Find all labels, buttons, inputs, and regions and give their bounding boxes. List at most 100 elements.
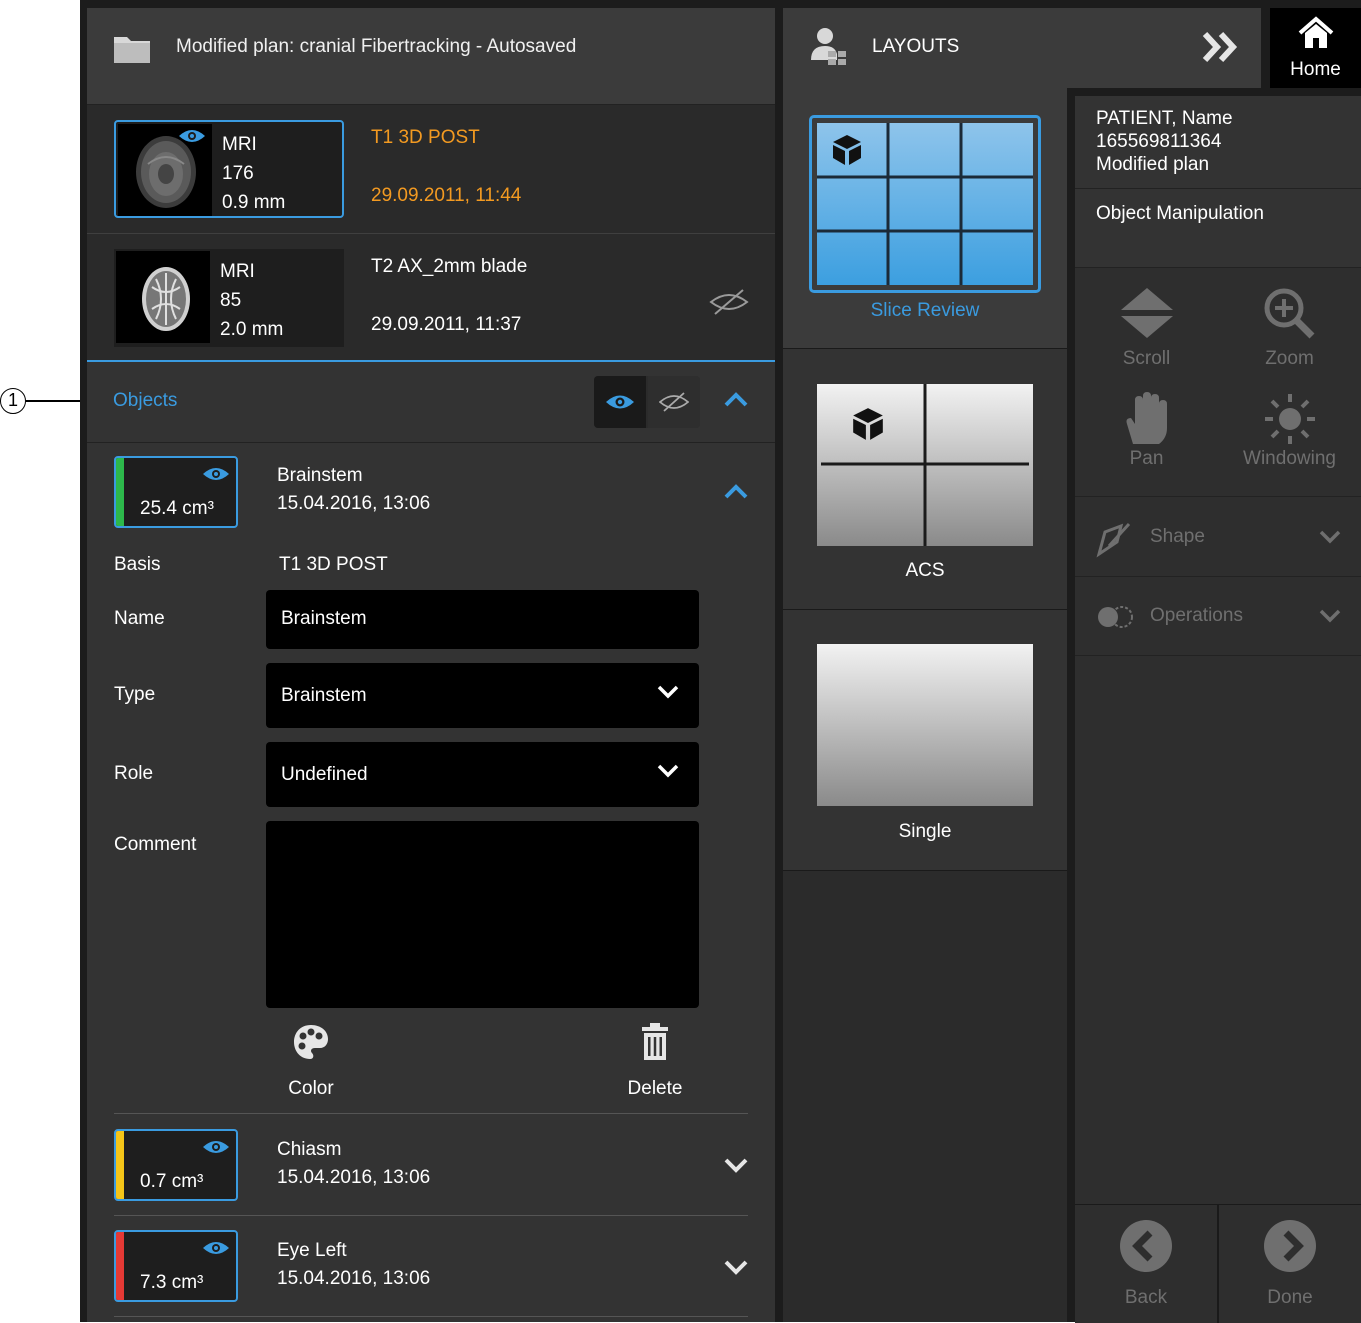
chevron-down-icon (657, 764, 679, 783)
callout-number: 1 (0, 388, 26, 414)
scroll-label: Scroll (1122, 348, 1171, 369)
series-slice-thickness: 2.0 mm (220, 319, 284, 340)
layouts-title: LAYOUTS (872, 36, 960, 57)
eye-icon[interactable] (178, 128, 206, 149)
layouts-icon (808, 26, 848, 71)
chevron-down-icon[interactable] (723, 1258, 749, 1281)
back-label: Back (1124, 1287, 1168, 1308)
objects-label[interactable]: Objects (113, 390, 177, 412)
objects-section-header[interactable]: Objects (87, 360, 775, 443)
role-select[interactable]: Undefined (266, 742, 699, 807)
basis-label: Basis (114, 554, 161, 575)
cube-icon (853, 408, 883, 440)
delete-button[interactable]: Delete (609, 1022, 701, 1100)
name-field-value: Brainstem (281, 608, 367, 629)
series-date: 29.09.2011, 11:37 (371, 314, 522, 335)
object-date: 15.04.2016, 13:06 (277, 493, 431, 514)
back-icon (1119, 1219, 1173, 1279)
hidden-eye-icon (659, 392, 689, 412)
layout-single[interactable]: Single (783, 610, 1067, 871)
home-button[interactable]: Home (1270, 8, 1361, 88)
series-thumbnail-card[interactable]: MRI 85 2.0 mm (114, 249, 344, 347)
task-header: Object Manipulation (1075, 189, 1361, 268)
hidden-eye-icon[interactable] (709, 286, 749, 321)
object-name: Chiasm (277, 1139, 342, 1160)
series-image-count: 85 (220, 290, 242, 311)
series-date: 29.09.2011, 11:44 (371, 185, 522, 206)
comment-label: Comment (114, 834, 197, 855)
object-card[interactable]: 0.7 cm³ (114, 1129, 238, 1201)
home-icon (1298, 16, 1334, 55)
series-row[interactable]: MRI 176 0.9 mm T1 3D POST 29.09.2011, 11… (87, 105, 775, 234)
zoom-icon (1264, 288, 1314, 339)
series-name: T2 AX_2mm blade (371, 256, 528, 277)
mri-axial-thumbnail (116, 251, 210, 343)
operations-section[interactable]: Operations (1075, 577, 1361, 656)
object-info: Brainstem 15.04.2016, 13:06 (277, 462, 430, 518)
pan-label: Pan (1129, 448, 1164, 469)
plan-header: Modified plan: cranial Fibertracking - A… (87, 8, 775, 105)
series-thumbnail-card[interactable]: MRI 176 0.9 mm (114, 120, 344, 218)
hide-all-button[interactable] (648, 376, 700, 428)
object-card[interactable]: 7.3 cm³ (114, 1230, 238, 1302)
chevron-down-icon[interactable] (723, 1156, 749, 1179)
layout-slice-review[interactable]: Slice Review (783, 88, 1067, 349)
comment-textarea[interactable] (266, 821, 699, 1008)
layouts-header[interactable]: LAYOUTS (783, 8, 1261, 88)
object-name: Brainstem (277, 465, 363, 486)
eye-icon[interactable] (202, 1139, 230, 1160)
home-label: Home (1290, 59, 1341, 80)
separator (114, 1316, 748, 1317)
brightness-icon (1264, 394, 1315, 444)
layout-label: Single (898, 821, 952, 842)
chevron-down-icon (1319, 609, 1341, 628)
type-select-value: Brainstem (281, 685, 367, 706)
chevron-up-icon[interactable] (723, 482, 749, 505)
color-button[interactable]: Color (265, 1022, 357, 1100)
role-label: Role (114, 763, 154, 784)
series-slice-thickness: 0.9 mm (222, 192, 286, 213)
object-volume: 0.7 cm³ (140, 1171, 204, 1192)
plan-status: Modified plan (1096, 154, 1210, 175)
task-panel: PATIENT, Name 165569811364 Modified plan… (1075, 96, 1361, 1323)
object-card[interactable]: 25.4 cm³ (114, 456, 238, 528)
type-select[interactable]: Brainstem (266, 663, 699, 728)
double-chevron-right-icon[interactable] (1201, 30, 1241, 69)
folder-icon[interactable] (113, 32, 151, 69)
layout-label: Slice Review (870, 300, 980, 321)
series-modality: MRI (222, 134, 257, 155)
pan-tool[interactable]: Pan (1075, 392, 1218, 470)
chevron-down-icon (657, 685, 679, 704)
patient-name: PATIENT, Name (1096, 108, 1233, 129)
done-button[interactable]: Done (1219, 1205, 1361, 1323)
eye-icon[interactable] (202, 466, 230, 487)
patient-info: PATIENT, Name 165569811364 Modified plan (1075, 96, 1361, 189)
shape-icon (1095, 520, 1133, 563)
series-image-count: 176 (222, 163, 254, 184)
zoom-label: Zoom (1265, 348, 1314, 369)
eye-icon[interactable] (202, 1240, 230, 1261)
zoom-tool[interactable]: Zoom (1218, 286, 1361, 370)
role-select-value: Undefined (281, 764, 368, 785)
shape-section[interactable]: Shape (1075, 498, 1361, 577)
plan-panel: Modified plan: cranial Fibertracking - A… (87, 8, 775, 1322)
done-label: Done (1267, 1287, 1313, 1308)
object-name: Eye Left (277, 1240, 347, 1261)
navigation-bar: Back Done (1075, 1204, 1361, 1323)
task-title: Object Manipulation (1096, 203, 1264, 224)
plan-title: Modified plan: cranial Fibertracking - A… (176, 36, 577, 57)
show-all-button[interactable] (594, 376, 646, 428)
back-button[interactable]: Back (1075, 1205, 1219, 1323)
series-modality: MRI (220, 261, 255, 282)
scroll-tool[interactable]: Scroll (1075, 286, 1218, 370)
name-field[interactable]: Brainstem (266, 590, 699, 649)
tool-grid: Scroll Zoom Pan Windowing (1075, 268, 1361, 497)
chevron-up-icon[interactable] (723, 390, 749, 413)
shape-label: Shape (1150, 526, 1205, 547)
layout-preview (817, 644, 1033, 806)
series-name: T1 3D POST (371, 127, 480, 148)
windowing-tool[interactable]: Windowing (1218, 392, 1361, 470)
layout-acs[interactable]: ACS (783, 349, 1067, 610)
layouts-list: Slice Review ACS Single (783, 88, 1067, 1322)
series-row[interactable]: MRI 85 2.0 mm T2 AX_2mm blade 29.09.2011… (87, 234, 775, 363)
